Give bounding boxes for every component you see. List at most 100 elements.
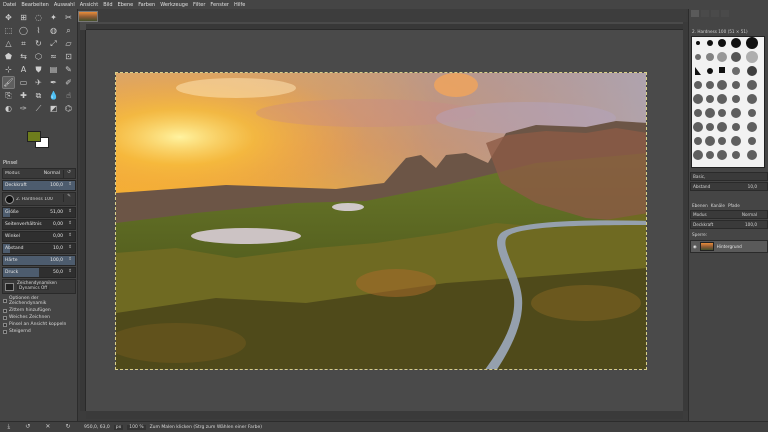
checkbox[interactable] [3,329,7,334]
spacing-slider[interactable]: Abstand 10,0 ⇕ [2,243,76,254]
layer-row[interactable]: ◉ Hintergrund [690,240,768,253]
menu-ansicht[interactable]: Ansicht [80,2,98,8]
warp-icon[interactable]: ≈ [48,51,59,62]
patterns-tab-icon[interactable] [701,10,709,17]
free-select-icon[interactable]: ⌇ [33,25,44,36]
dodge-burn-icon[interactable]: ◐ [3,103,14,114]
check-smooth[interactable]: Weiches Zeichnen [3,315,75,320]
menu-fenster[interactable]: Fenster [210,2,229,8]
canvas-image[interactable] [115,72,647,370]
blur-icon[interactable]: 💧 [48,90,59,101]
image-tab-thumbnail[interactable] [78,11,98,22]
clone-icon[interactable]: ⎘ [3,90,14,101]
crop-icon[interactable]: ⌗ [18,38,29,49]
unit-select[interactable]: px [113,424,124,430]
cage-icon[interactable]: ⬡ [33,51,44,62]
opacity-slider[interactable]: Deckkraft 100,0 ⇕ [2,180,76,191]
spin-icon[interactable]: ⇕ [66,269,74,276]
brushes-tab-icon[interactable] [691,10,699,17]
check-incremental[interactable]: Steigernd [3,329,75,334]
perspective-icon[interactable]: ⬟ [3,51,14,62]
menu-werkzeuge[interactable]: Werkzeuge [160,2,188,8]
menu-auswahl[interactable]: Auswahl [54,2,75,8]
dynamics-select[interactable]: Zeichendynamiken Dynamics Off [2,279,76,294]
save-options-icon[interactable]: ⤓ [8,423,11,431]
color-picker-icon[interactable]: ⟋ [33,103,44,114]
smudge-icon[interactable]: ☝ [63,90,74,101]
rect-select-icon[interactable]: ⬚ [3,25,14,36]
zoom-select[interactable]: 100 % [127,424,146,430]
brush-grid[interactable] [691,36,765,168]
move-tool-icon[interactable]: ✥ [3,12,14,23]
spin-icon[interactable]: ⇕ [66,182,74,189]
fonts-tab-icon[interactable] [711,10,719,17]
spin-icon[interactable]: ⇕ [66,245,74,252]
bucket-fill-icon[interactable]: ⛊ [33,64,44,75]
tab-channels[interactable]: Kanäle [711,203,725,208]
brush-spacing[interactable]: Abstand 10,0 [690,182,768,191]
handle-transform-icon[interactable]: ⊹ [3,64,14,75]
gradient-icon[interactable]: ▤ [48,64,59,75]
lasso-tool-icon[interactable]: ◌ [33,12,44,23]
menu-bild[interactable]: Bild [103,2,112,8]
foreground-select-icon[interactable]: ◩ [48,103,59,114]
menu-filter[interactable]: Filter [193,2,205,8]
eye-icon[interactable]: ◉ [693,244,697,249]
force-slider[interactable]: Druck 50,0 ⇕ [2,267,76,278]
menu-ebene[interactable]: Ebene [118,2,134,8]
shear-icon[interactable]: ▱ [63,38,74,49]
flip-icon[interactable]: ⇆ [18,51,29,62]
spin-icon[interactable]: ⇕ [66,209,74,216]
spin-icon[interactable]: ⇕ [66,221,74,228]
aspect-slider[interactable]: Seitenverhältnis 0,00 ⇕ [2,219,76,230]
horizontal-scrollbar[interactable] [86,411,683,419]
size-slider[interactable]: Größe 51,00 ⇕ [2,207,76,218]
checkbox[interactable] [3,308,7,313]
text-icon[interactable]: A [18,64,29,75]
restore-icon[interactable]: ↺ [25,423,30,431]
rotate-icon[interactable]: ↻ [33,38,44,49]
tab-paths[interactable]: Pfade [728,203,740,208]
eraser-icon[interactable]: ▭ [18,77,29,88]
menu-hilfe[interactable]: Hilfe [234,2,245,8]
edit-brush-icon[interactable]: ✎ [63,194,74,202]
checkbox[interactable] [3,322,7,327]
layer-mode[interactable]: Modus Normal [690,210,768,219]
menu-bearbeiten[interactable]: Bearbeiten [21,2,48,8]
menu-farben[interactable]: Farben [138,2,155,8]
heal-icon[interactable]: ✚ [18,90,29,101]
align-tool-icon[interactable]: ⊞ [18,12,29,23]
ellipse-select-icon[interactable]: ◯ [18,25,29,36]
mode-select[interactable]: Modus Normal ↺ [2,168,76,179]
zoom-icon[interactable]: ⌕ [63,25,74,36]
check-lock-brush[interactable]: Pinsel an Ansicht koppeln [3,322,75,327]
checkbox[interactable] [3,299,7,303]
color-select-icon[interactable]: ◍ [48,25,59,36]
reset-icon[interactable]: ↻ [65,423,70,431]
check-dynamics-options[interactable]: Optionen der Zeichendynamik [3,296,75,306]
airbrush-icon[interactable]: ✈ [33,77,44,88]
brush-select[interactable]: 2. Hardness 100 ✎ [2,192,76,206]
color-swatches[interactable] [27,131,51,151]
scale-icon[interactable]: ⤢ [48,38,59,49]
paths-icon[interactable]: ✑ [18,103,29,114]
layer-opacity[interactable]: Deckkraft 100,0 [690,220,768,229]
spin-icon[interactable]: ⇕ [66,257,74,264]
mypaint-brush-icon[interactable]: ✐ [63,77,74,88]
checkbox[interactable] [3,315,7,320]
measure-icon[interactable]: △ [3,38,14,49]
fuzzy-select-icon[interactable]: ✦ [48,12,59,23]
intelligent-scissors-icon[interactable]: ⌬ [63,103,74,114]
reset-icon[interactable]: ↺ [63,170,74,178]
perspective-clone-icon[interactable]: ⧉ [33,90,44,101]
foreground-color-swatch[interactable] [27,131,41,142]
tab-layers[interactable]: Ebenen [692,203,708,208]
ink-icon[interactable]: ✒ [48,77,59,88]
pencil-icon[interactable]: ✎ [63,64,74,75]
check-jitter[interactable]: Zittern hinzufügen [3,308,75,313]
brush-filter[interactable]: Basic, [690,172,768,181]
hardness-slider[interactable]: Härte 100,0 ⇕ [2,255,76,266]
spin-icon[interactable]: ⇕ [66,233,74,240]
history-tab-icon[interactable] [721,10,729,17]
angle-slider[interactable]: Winkel 0,00 ⇕ [2,231,76,242]
